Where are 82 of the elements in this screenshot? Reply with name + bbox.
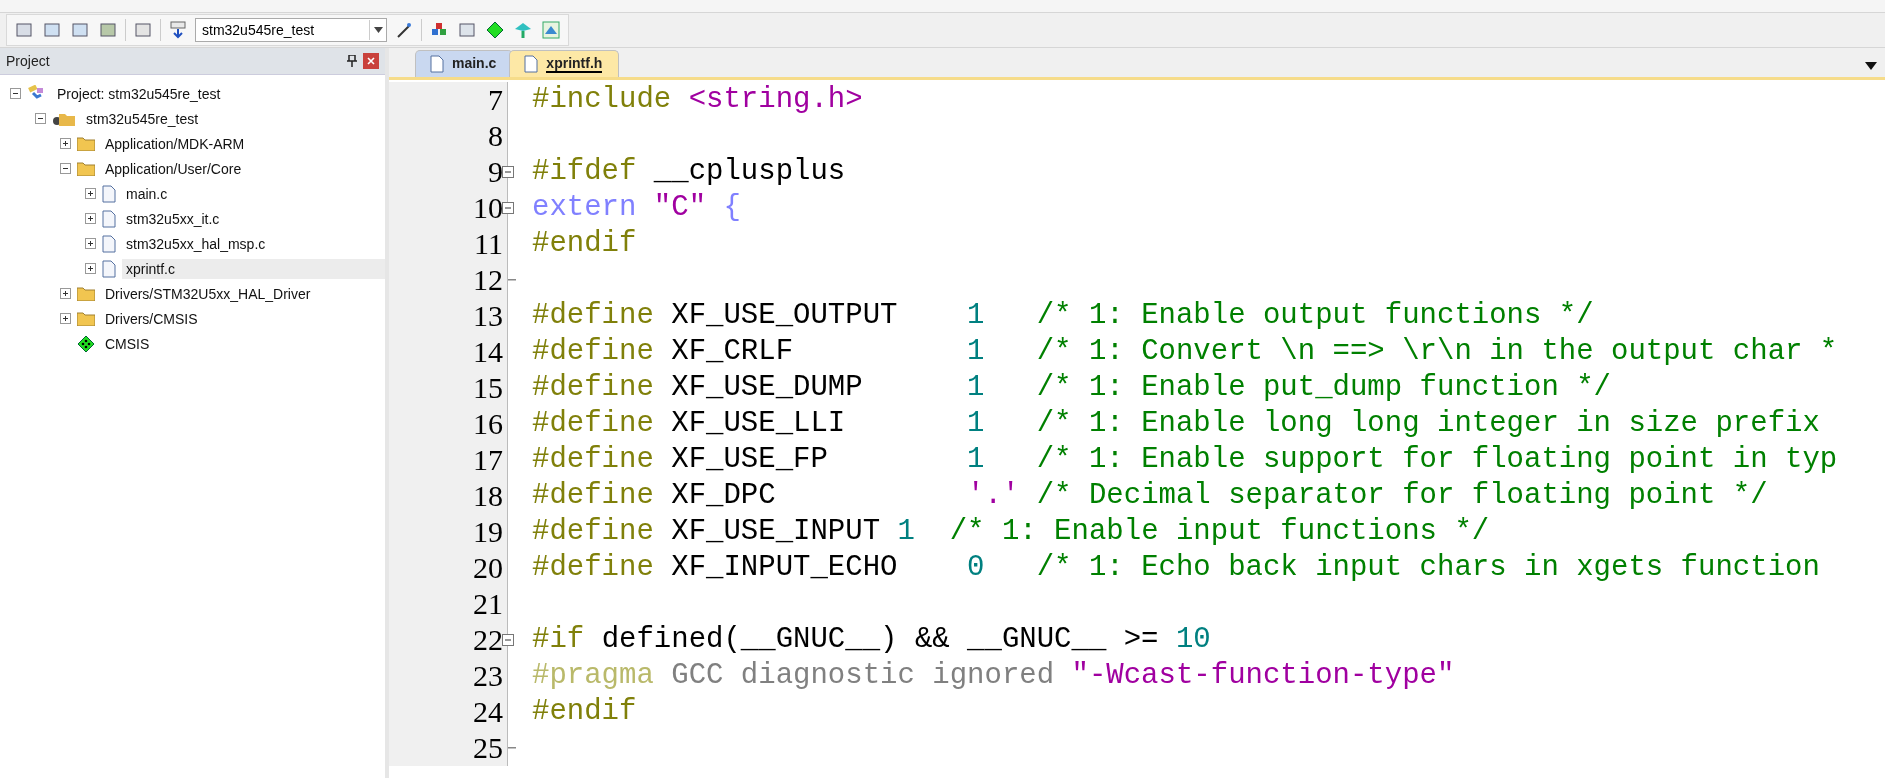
line-number: 22 — [473, 623, 503, 657]
tree-item[interactable]: Drivers/STM32U5xx_HAL_Driver — [101, 283, 315, 304]
expand-icon[interactable] — [60, 138, 71, 149]
fold-icon[interactable] — [502, 166, 514, 178]
line-number: 15 — [473, 371, 503, 405]
expand-icon[interactable] — [85, 238, 96, 249]
expand-icon[interactable] — [60, 288, 71, 299]
panel-title: Project — [6, 53, 51, 69]
code-line: #define XF_CRLF 1 /* 1: Convert \n ==> \r\n in the output char * — [531, 334, 1838, 370]
tree-item[interactable]: stm32u545re_test — [82, 108, 203, 129]
line-number: 17 — [473, 443, 503, 477]
tree-item[interactable]: stm32u5xx_it.c — [122, 208, 224, 229]
code-line: #include <string.h> — [531, 82, 863, 118]
tree-item[interactable]: main.c — [122, 183, 172, 204]
collapse-icon[interactable] — [10, 88, 21, 99]
tree-item[interactable]: Application/User/Core — [101, 158, 246, 179]
code-line: #define XF_USE_OUTPUT 1 /* 1: Enable output functions */ — [531, 298, 1594, 334]
file-icon — [430, 55, 444, 73]
expand-icon[interactable] — [60, 313, 71, 324]
collapse-icon[interactable] — [60, 163, 71, 174]
line-number: 19 — [473, 515, 503, 549]
line-number: 13 — [473, 299, 503, 333]
file-icon — [102, 259, 116, 278]
download-icon[interactable] — [167, 19, 189, 41]
caret-icon — [373, 27, 383, 33]
code-line: #define XF_INPUT_ECHO 0 /* 1: Echo back input chars in xgets function — [531, 550, 1820, 586]
code-line: #define XF_USE_INPUT 1 /* 1: Enable input functions */ — [531, 514, 1490, 550]
code-line: #ifdef __cplusplus — [531, 154, 846, 190]
folder-icon — [77, 161, 95, 176]
line-number: 14 — [473, 335, 503, 369]
collapse-icon[interactable] — [35, 113, 46, 124]
line-number: 12 — [473, 263, 503, 297]
file-tab[interactable]: xprintf.h — [509, 50, 620, 77]
line-number: 10 — [473, 191, 503, 225]
tree-item[interactable]: xprintf.c — [122, 258, 385, 279]
expand-icon[interactable] — [85, 213, 96, 224]
code-line: extern "C" { — [531, 190, 741, 226]
code-line: #define XF_DPC '.' /* Decimal separator for floating point */ — [531, 478, 1768, 514]
expand-icon[interactable] — [85, 263, 96, 274]
code-line: #endif — [531, 226, 637, 262]
line-number: 11 — [474, 227, 503, 261]
folder-icon — [77, 136, 95, 151]
line-number: 7 — [488, 83, 503, 117]
file-icon — [102, 184, 116, 203]
code-line: #define XF_USE_DUMP 1 /* 1: Enable put_dump function */ — [531, 370, 1611, 406]
tree-item[interactable]: Project: stm32u545re_test — [53, 83, 225, 104]
tree-item[interactable]: CMSIS — [101, 333, 154, 354]
code-line: #define XF_USE_LLI 1 /* 1: Enable long long integer in size prefix — [531, 406, 1820, 442]
file-icon — [102, 209, 116, 228]
code-line: #if defined(__GNUC__) && __GNUC__ >= 10 — [531, 622, 1211, 658]
line-number: 23 — [473, 659, 503, 693]
tree-item[interactable]: Application/MDK-ARM — [101, 133, 249, 154]
pin-icon[interactable] — [347, 55, 357, 67]
line-number: 16 — [473, 407, 503, 441]
tree-item[interactable]: Drivers/CMSIS — [101, 308, 202, 329]
fold-icon[interactable] — [502, 634, 514, 646]
folder-icon — [77, 286, 95, 301]
fold-end-mark — [508, 747, 516, 749]
line-number: 20 — [473, 551, 503, 585]
tree-item[interactable]: stm32u5xx_hal_msp.c — [122, 233, 270, 254]
line-number: 9 — [488, 155, 503, 189]
line-number: 8 — [488, 119, 503, 153]
fold-icon[interactable] — [502, 202, 514, 214]
fold-end-mark — [508, 279, 516, 281]
expand-icon[interactable] — [85, 188, 96, 199]
folder-icon — [77, 311, 95, 326]
code-line: #pragma GCC diagnostic ignored "-Wcast-function-type" — [531, 658, 1455, 694]
close-button[interactable] — [363, 53, 379, 69]
diamond-icon[interactable] — [484, 19, 506, 41]
code-editor[interactable] — [389, 80, 1885, 778]
line-number: 21 — [473, 587, 503, 621]
line-number: 18 — [473, 479, 503, 513]
code-line: #define XF_USE_FP 1 /* 1: Enable support for floating point in typ — [531, 442, 1838, 478]
file-icon — [102, 234, 116, 253]
close-icon — [367, 57, 375, 65]
caret-icon[interactable] — [1865, 62, 1877, 70]
line-number: 24 — [473, 695, 503, 729]
code-line: #endif — [531, 694, 637, 730]
target-select[interactable]: stm32u545re_test — [195, 18, 387, 42]
diamond-icon — [77, 334, 95, 353]
line-number: 25 — [473, 731, 503, 765]
file-icon — [524, 55, 539, 73]
